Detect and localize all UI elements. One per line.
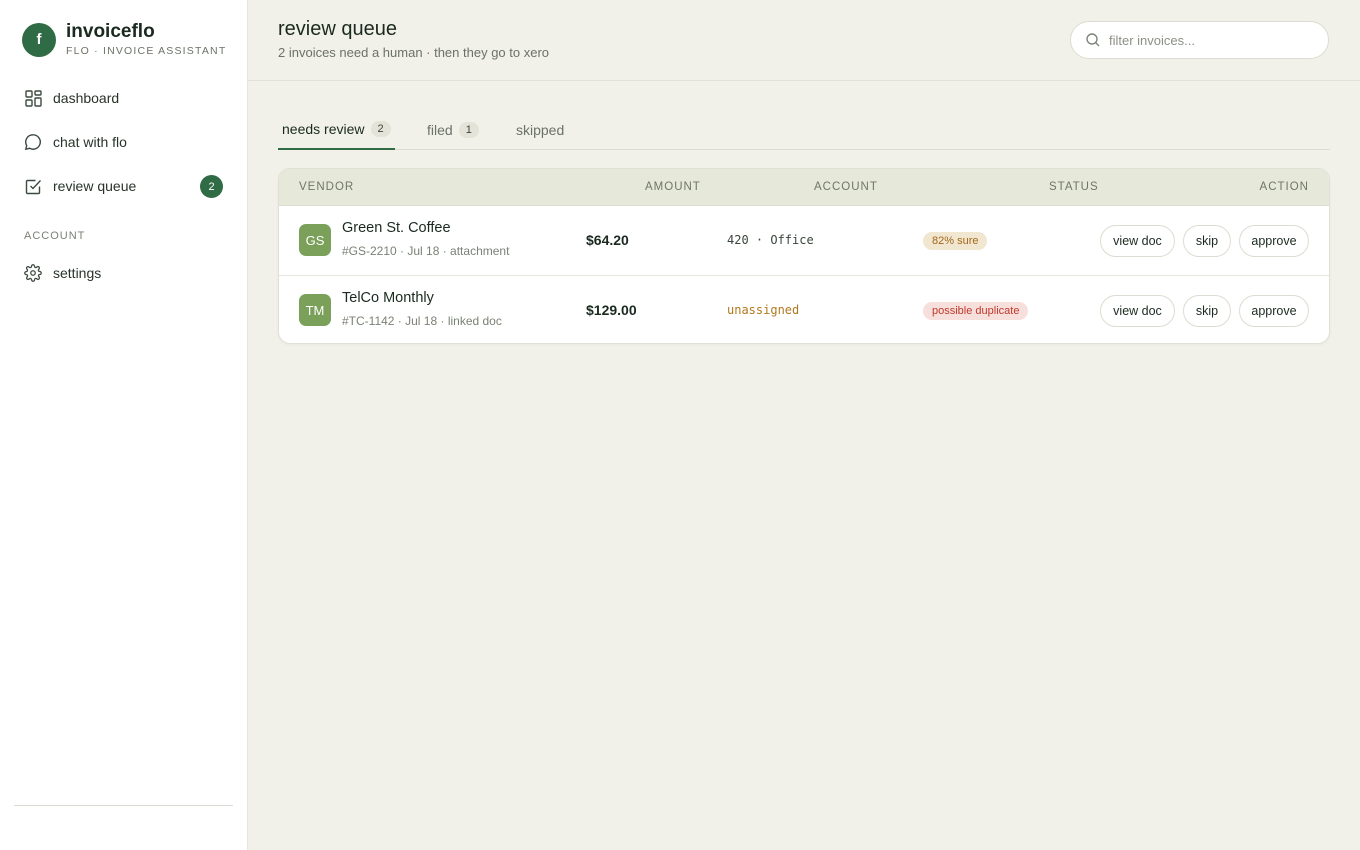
sidebar-nav: dashboard chat with flo review queue 2 [14,76,234,208]
sidebar: f invoiceflo FLO · INVOICE ASSISTANT das… [0,0,248,850]
column-header-action: ACTION [1259,181,1309,193]
vendor-name: TelCo Monthly [342,290,434,306]
approve-button[interactable]: approve [1239,295,1309,327]
column-header-vendor: VENDOR [299,181,355,193]
count-badge: 2 [200,175,223,198]
tab-count: 1 [458,122,479,138]
invoice-table: VENDOR AMOUNT ACCOUNT STATUS ACTION GS G… [278,168,1330,344]
sidebar-divider [14,805,233,806]
dashboard-icon [24,89,42,107]
brand-text: invoiceflo FLO · INVOICE ASSISTANT [66,21,227,58]
brand-name: invoiceflo [66,21,155,42]
sidebar-item-label: settings [53,265,102,281]
sidebar-item-label: chat with flo [53,134,127,150]
tab-label: filed [427,122,453,138]
tab-bar: needs review 2 filed 1 skipped [278,110,1330,150]
column-header-status: STATUS [1049,181,1099,193]
tab-count: 2 [370,121,391,137]
skip-button[interactable]: skip [1183,295,1231,327]
skip-button[interactable]: skip [1183,225,1231,257]
view-doc-button[interactable]: view doc [1100,225,1175,257]
column-header-account: ACCOUNT [814,181,878,193]
page-subtitle: 2 invoices need a human · then they go t… [278,45,550,60]
sidebar-item-review-queue[interactable]: review queue 2 [14,164,234,208]
search-input[interactable] [1109,32,1309,48]
chat-icon [24,133,42,151]
brand-subtitle: FLO · INVOICE ASSISTANT [66,45,227,57]
vendor-name: Green St. Coffee [342,220,451,236]
vendor-avatar: TM [299,294,331,326]
sidebar-item-chat[interactable]: chat with flo [14,120,234,164]
status-badge: 82% sure [923,232,988,250]
tab-filed[interactable]: filed 1 [427,110,479,150]
vendor-avatar: GS [299,224,331,256]
tab-needs-review[interactable]: needs review 2 [278,110,395,150]
tab-label: needs review [282,121,365,137]
table-row: GS Green St. Coffee #GS-2210 · Jul 18 · … [279,206,1329,275]
column-header-amount: AMOUNT [645,181,701,193]
brand[interactable]: f invoiceflo FLO · INVOICE ASSISTANT [22,22,226,57]
invoice-amount: $64.20 [586,232,629,248]
table-header: VENDOR AMOUNT ACCOUNT STATUS ACTION [279,169,1329,206]
invoice-meta: #GS-2210 · Jul 18 · attachment [342,244,510,258]
account-code: 420 · Office [727,233,814,247]
gear-icon [24,264,42,282]
tab-label: skipped [516,122,565,138]
brand-logo: f [22,22,56,57]
sidebar-item-label: dashboard [53,90,120,106]
invoice-amount: $129.00 [586,302,637,318]
table-row: TM TelCo Monthly #TC-1142 · Jul 18 · lin… [279,275,1329,343]
page-title: review queue [278,18,397,40]
search-box[interactable] [1070,21,1329,59]
sidebar-item-label: review queue [53,178,137,194]
view-doc-button[interactable]: view doc [1100,295,1175,327]
approve-button[interactable]: approve [1239,225,1309,257]
sidebar-item-dashboard[interactable]: dashboard [14,76,234,120]
account-code: unassigned [727,303,800,317]
checkbox-icon [24,177,42,195]
nav-section-label: ACCOUNT [24,230,86,242]
page-header: review queue 2 invoices need a human · t… [248,0,1360,81]
status-badge: possible duplicate [923,302,1029,320]
sidebar-item-settings[interactable]: settings [14,251,234,295]
tab-skipped[interactable]: skipped [516,110,564,150]
invoice-meta: #TC-1142 · Jul 18 · linked doc [342,314,502,328]
account-nav: settings [14,251,234,295]
search-icon [1085,32,1101,48]
